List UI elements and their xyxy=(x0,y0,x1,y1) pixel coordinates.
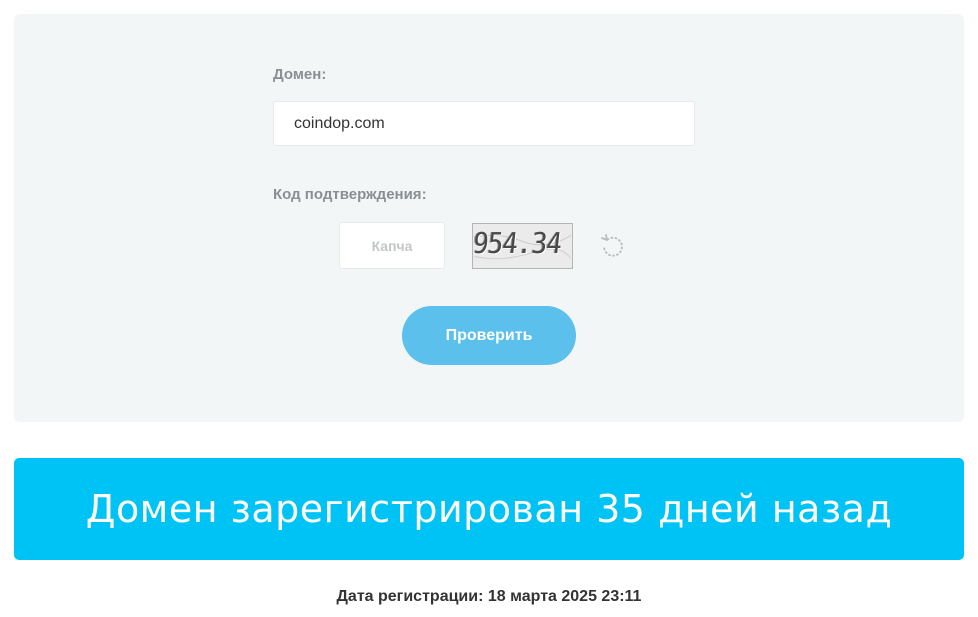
captcha-text: 954.34 xyxy=(472,227,563,261)
check-button[interactable]: Проверить xyxy=(402,306,576,365)
result-banner: Домен зарегистрирован 35 дней назад xyxy=(14,458,964,560)
registration-date: Дата регистрации: 18 марта 2025 23:11 xyxy=(336,588,642,605)
domain-check-form: Домен: Код подтверждения: 954.34 Провери… xyxy=(14,14,964,422)
result-message: Домен зарегистрирован 35 дней назад xyxy=(85,487,893,531)
captcha-image: 954.34 xyxy=(472,223,573,269)
domain-input[interactable] xyxy=(273,101,695,146)
code-label: Код подтверждения: xyxy=(273,186,427,203)
captcha-input[interactable] xyxy=(339,222,445,269)
domain-label: Домен: xyxy=(273,66,327,83)
refresh-icon[interactable] xyxy=(599,232,627,260)
